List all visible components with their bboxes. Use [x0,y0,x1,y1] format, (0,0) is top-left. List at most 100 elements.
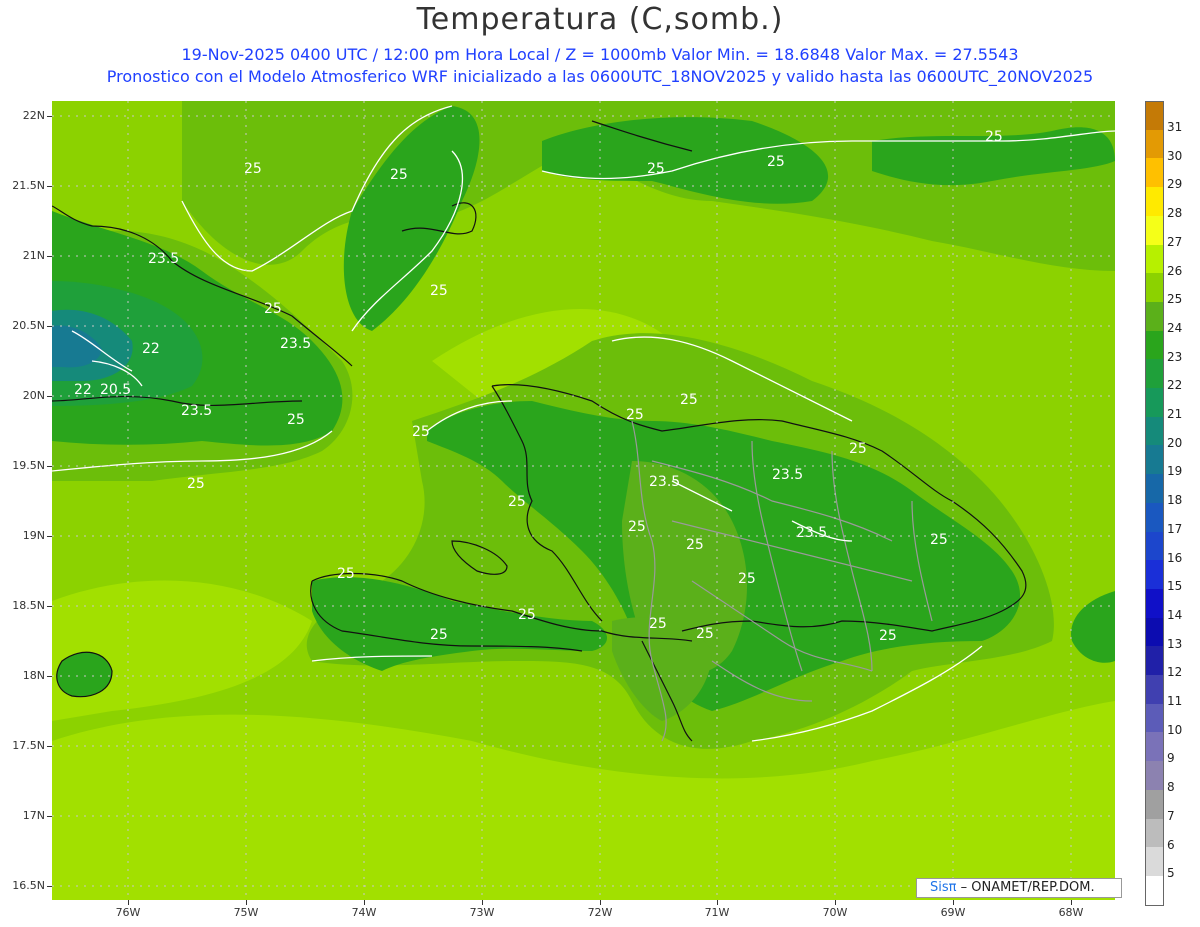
colorbar-label: 30 [1167,148,1183,163]
colorbar-swatch [1145,502,1164,532]
colorbar-label: 29 [1167,177,1183,192]
colorbar-label: 17 [1167,521,1183,536]
colorbar-swatch [1145,330,1164,360]
contour-label: 25 [686,537,704,553]
colorbar-label: 14 [1167,607,1183,622]
colorbar-label: 23 [1167,349,1183,364]
colorbar-swatch [1145,359,1164,389]
colorbar-label: 22 [1167,378,1183,393]
lon-label: 72W [587,906,613,919]
lat-label: 17N [22,809,45,822]
lat-tick [47,886,52,887]
colorbar-swatch [1145,789,1164,819]
colorbar-label: 16 [1167,550,1183,565]
credit-text: – ONAMET/REP.DOM. [960,880,1095,895]
contour-label: 23.5 [772,467,803,483]
colorbar-label: 13 [1167,636,1183,651]
lat-tick [47,256,52,257]
lat-label: 18.5N [12,599,45,612]
contour-label: 23.5 [796,525,827,541]
lat-tick [47,676,52,677]
colorbar-swatch [1145,273,1164,303]
lat-tick [47,116,52,117]
contour-label: 23.5 [148,251,179,267]
colorbar-label: 18 [1167,493,1183,508]
contour-label: 25 [337,566,355,582]
contour-label: 20.5 [100,382,131,398]
contour-label: 25 [647,161,665,177]
contour-label: 25 [738,571,756,587]
colorbar-swatch [1145,158,1164,188]
colorbar-label: 10 [1167,722,1183,737]
lat-label: 19N [22,529,45,542]
credit-box: Sisπ – ONAMET/REP.DOM. [916,878,1122,898]
contour-label: 25 [287,412,305,428]
map-subtitle-model: Pronostico con el Modelo Atmosferico WRF… [106,67,1094,86]
lon-label: 75W [233,906,259,919]
colorbar-swatch [1145,301,1164,331]
colorbar-label: 19 [1167,464,1183,479]
temperature-map: 25 25 25 25 25 25 25 23.5 22 22 20.5 23.… [52,101,1115,900]
colorbar-swatch [1145,101,1164,131]
contour-label: 23.5 [280,336,311,352]
lon-tick [953,900,954,905]
lon-label: 74W [351,906,377,919]
contour-label: 25 [680,392,698,408]
lat-tick [47,606,52,607]
lon-label: 73W [469,906,495,919]
colorbar-label: 31 [1167,120,1183,134]
map-title: Temperatura (C,somb.) [416,2,784,37]
temperature-map-svg: 25 25 25 25 25 25 25 23.5 22 22 20.5 23.… [52,101,1115,900]
lon-tick [246,900,247,905]
contour-label: 25 [985,129,1003,145]
colorbar-label: 26 [1167,263,1183,278]
colorbar-label: 15 [1167,579,1183,594]
colorbar-label: 12 [1167,665,1183,680]
lat-tick [47,536,52,537]
contour-label: 23.5 [181,403,212,419]
colorbar-swatch [1145,588,1164,618]
contour-label: 25 [430,627,448,643]
colorbar-label: 20 [1167,435,1183,450]
lat-tick [47,326,52,327]
colorbar-label: 8 [1167,780,1175,795]
contour-label: 25 [430,283,448,299]
contour-label: 25 [508,494,526,510]
colorbar-label: 6 [1167,837,1175,852]
colorbar-swatch [1145,187,1164,217]
colorbar-label: 5 [1167,866,1175,881]
contour-label: 25 [879,628,897,644]
contour-label: 25 [628,519,646,535]
lon-label: 70W [822,906,848,919]
colorbar-swatch [1145,732,1164,762]
colorbar-swatch [1145,531,1164,561]
colorbar-label: 9 [1167,751,1175,766]
lat-label: 19.5N [12,459,45,472]
colorbar-swatch [1145,703,1164,733]
colorbar-swatch [1145,416,1164,446]
colorbar-label: 24 [1167,320,1183,335]
colorbar-label: 21 [1167,407,1183,421]
lat-label: 16.5N [12,879,45,892]
lon-tick [835,900,836,905]
lon-label: 71W [704,906,730,919]
colorbar-swatch [1145,646,1164,676]
lat-label: 17.5N [12,739,45,752]
lon-tick [717,900,718,905]
sispi-logo: Sisπ [930,880,957,895]
colorbar-label: 28 [1167,206,1183,221]
colorbar-label: 7 [1167,808,1175,823]
contour-label: 25 [518,607,536,623]
colorbar-swatch [1145,129,1164,159]
contour-label: 25 [696,626,714,642]
colorbar-swatch [1145,818,1164,848]
contour-label: 25 [767,154,785,170]
contour-label: 25 [412,424,430,440]
colorbar-swatch [1145,675,1164,704]
lon-tick [128,900,129,905]
colorbar-label: 27 [1167,234,1183,249]
contour-label: 25 [244,161,262,177]
colorbar-swatch [1145,388,1164,417]
lon-tick [600,900,601,905]
contour-label: 25 [649,616,667,632]
